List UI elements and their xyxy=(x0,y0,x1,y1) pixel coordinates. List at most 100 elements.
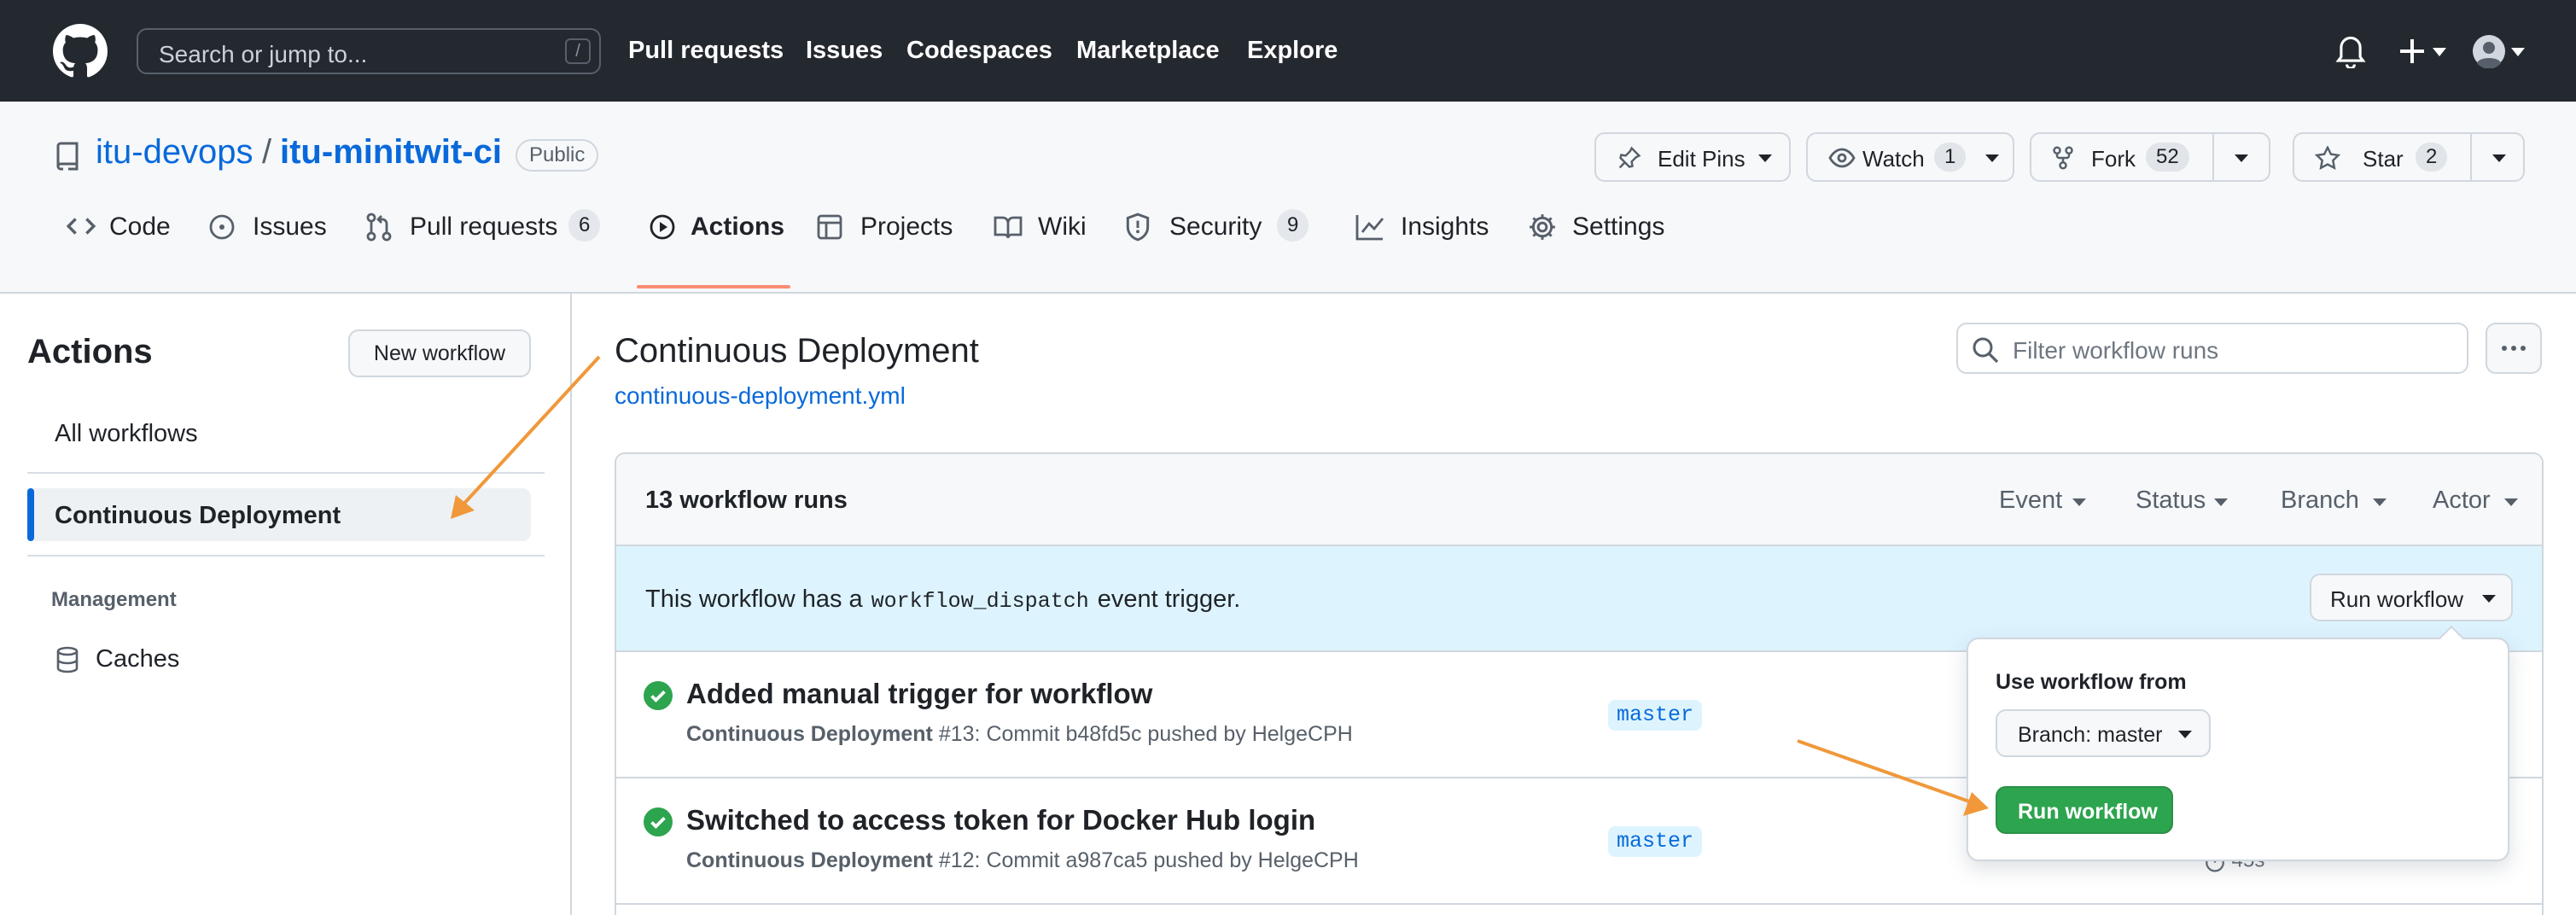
run-workflow-button-label: Run workflow xyxy=(2018,800,2158,824)
search-input[interactable]: Search or jump to... / xyxy=(137,28,601,74)
run-workflow-button[interactable]: Run workflow xyxy=(1996,786,2173,834)
new-workflow-button[interactable]: New workflow xyxy=(348,329,531,377)
run-title[interactable]: Switched to access token for Docker Hub … xyxy=(686,804,1315,836)
more-options-kebab-icon[interactable] xyxy=(2486,323,2542,374)
run-meta-text: #13: Commit b48fd5c pushed by HelgeCPH xyxy=(938,722,1353,746)
chevron-down-icon[interactable] xyxy=(2235,154,2248,162)
branch-tag[interactable]: master xyxy=(1608,826,1703,857)
chevron-down-icon[interactable] xyxy=(2492,154,2506,162)
sidebar-item-label[interactable]: Continuous Deployment xyxy=(55,502,341,530)
tab-actions[interactable]: Actions xyxy=(691,213,784,242)
create-new-plus-icon[interactable] xyxy=(2398,34,2450,68)
run-meta: Continuous Deployment #13: Commit b48fd5… xyxy=(686,722,1353,747)
selected-tab-indicator xyxy=(637,285,790,288)
tab-security[interactable]: Security xyxy=(1169,213,1262,242)
gear-icon xyxy=(1528,213,1557,242)
run-workflow-name: Continuous Deployment xyxy=(686,848,933,872)
database-icon xyxy=(55,646,80,673)
search-icon xyxy=(1972,336,1999,364)
run-meta: Continuous Deployment #12: Commit a987ca… xyxy=(686,848,1359,873)
branch-select-label: Branch: master xyxy=(2018,723,2163,747)
github-logo-icon[interactable] xyxy=(53,24,108,79)
management-heading: Management xyxy=(51,588,177,611)
run-title[interactable]: Added manual trigger for workflow xyxy=(686,678,1152,710)
repo-path-separator: / xyxy=(262,133,272,171)
nav-pull-requests[interactable]: Pull requests xyxy=(628,37,784,65)
repo-name-link[interactable]: itu-minitwit-ci xyxy=(280,133,502,172)
tab-insights[interactable]: Insights xyxy=(1401,213,1489,242)
popover-heading: Use workflow from xyxy=(1996,670,2187,694)
bell-icon[interactable] xyxy=(2335,34,2366,68)
filter-actor-dropdown[interactable]: Actor xyxy=(2433,487,2491,515)
sidebar-item-all-workflows[interactable]: All workflows xyxy=(55,420,198,448)
tab-pull-requests[interactable]: Pull requests xyxy=(410,213,557,242)
user-avatar-menu[interactable] xyxy=(2472,34,2526,68)
eye-icon xyxy=(1828,148,1856,168)
filter-workflow-runs-input[interactable]: Filter workflow runs xyxy=(1956,323,2468,374)
visibility-badge: Public xyxy=(516,139,599,172)
watch-button[interactable]: Watch 1 xyxy=(1806,132,2014,182)
filter-event-dropdown[interactable]: Event xyxy=(1999,487,2062,515)
workflow-dispatch-banner: This workflow has a workflow_dispatch even… xyxy=(616,546,2542,652)
tab-wiki[interactable]: Wiki xyxy=(1038,213,1087,242)
filter-status-dropdown[interactable]: Status xyxy=(2136,487,2206,515)
fork-icon xyxy=(2052,146,2074,170)
tab-settings[interactable]: Settings xyxy=(1572,213,1664,242)
nav-issues[interactable]: Issues xyxy=(806,37,883,65)
tab-code[interactable]: Code xyxy=(109,213,171,242)
workflow-title: Continuous Deployment xyxy=(615,332,979,370)
nav-explore[interactable]: Explore xyxy=(1247,37,1338,65)
selected-item-indicator xyxy=(27,488,34,541)
chevron-down-icon xyxy=(2214,498,2228,506)
run-meta-text: #12: Commit a987ca5 pushed by HelgeCPH xyxy=(938,848,1359,872)
split-button-divider xyxy=(2212,134,2214,180)
star-count: 2 xyxy=(2416,143,2448,172)
run-workflow-dropdown-button[interactable]: Run workflow xyxy=(2310,574,2513,621)
nav-codespaces[interactable]: Codespaces xyxy=(906,37,1052,65)
filter-placeholder: Filter workflow runs xyxy=(2013,337,2219,364)
watch-count: 1 xyxy=(1934,143,1967,172)
branch-select-dropdown[interactable]: Branch: master xyxy=(1996,709,2211,757)
tab-projects[interactable]: Projects xyxy=(860,213,953,242)
global-header: Search or jump to... / Pull requests Iss… xyxy=(0,0,2576,102)
edit-pins-button[interactable]: Edit Pins xyxy=(1594,132,1791,182)
sidebar-item-caches[interactable]: Caches xyxy=(96,645,179,673)
branch-tag[interactable]: master xyxy=(1608,700,1703,731)
shield-icon xyxy=(1125,213,1151,242)
success-check-icon xyxy=(644,807,673,836)
issue-icon xyxy=(208,213,236,241)
sidebar-divider xyxy=(27,555,545,557)
book-icon xyxy=(994,214,1023,240)
fork-count: 52 xyxy=(2146,143,2189,172)
dispatch-prefix: This workflow has a xyxy=(645,586,863,613)
pin-icon xyxy=(1617,146,1642,170)
run-workflow-label: Run workflow xyxy=(2330,586,2464,612)
tab-issues[interactable]: Issues xyxy=(253,213,327,242)
fork-button[interactable]: Fork 52 xyxy=(2030,132,2270,182)
watch-label: Watch xyxy=(1862,146,1925,172)
search-shortcut-key: / xyxy=(565,38,591,64)
runs-list-header: 13 workflow runs Event Status Branch Act… xyxy=(616,454,2542,546)
chevron-down-icon xyxy=(2482,595,2496,603)
dispatch-suffix: event trigger. xyxy=(1097,586,1241,613)
actions-sidebar: Actions New workflow All workflows Conti… xyxy=(0,294,572,915)
dispatch-code: workflow_dispatch xyxy=(871,589,1089,614)
repo-icon xyxy=(55,142,79,171)
chevron-down-icon xyxy=(2373,498,2387,506)
run-workflow-popover: Use workflow from Branch: master Run wor… xyxy=(1967,638,2509,861)
workflow-file-link[interactable]: continuous-deployment.yml xyxy=(615,382,906,410)
fork-label: Fork xyxy=(2091,146,2136,172)
edit-pins-label: Edit Pins xyxy=(1658,146,1746,172)
pull-requests-count: 6 xyxy=(568,209,601,242)
filter-branch-dropdown[interactable]: Branch xyxy=(2281,487,2359,515)
star-label: Star xyxy=(2363,146,2404,172)
star-button[interactable]: Star 2 xyxy=(2293,132,2525,182)
chevron-down-icon xyxy=(2072,498,2086,506)
nav-marketplace[interactable]: Marketplace xyxy=(1076,37,1220,65)
dispatch-message: This workflow has a workflow_dispatch even… xyxy=(645,586,1240,614)
pull-request-icon xyxy=(365,213,393,242)
repo-owner-link[interactable]: itu-devops xyxy=(96,133,254,172)
security-count: 9 xyxy=(1277,209,1309,242)
graph-icon xyxy=(1355,213,1384,241)
play-icon xyxy=(649,213,676,241)
